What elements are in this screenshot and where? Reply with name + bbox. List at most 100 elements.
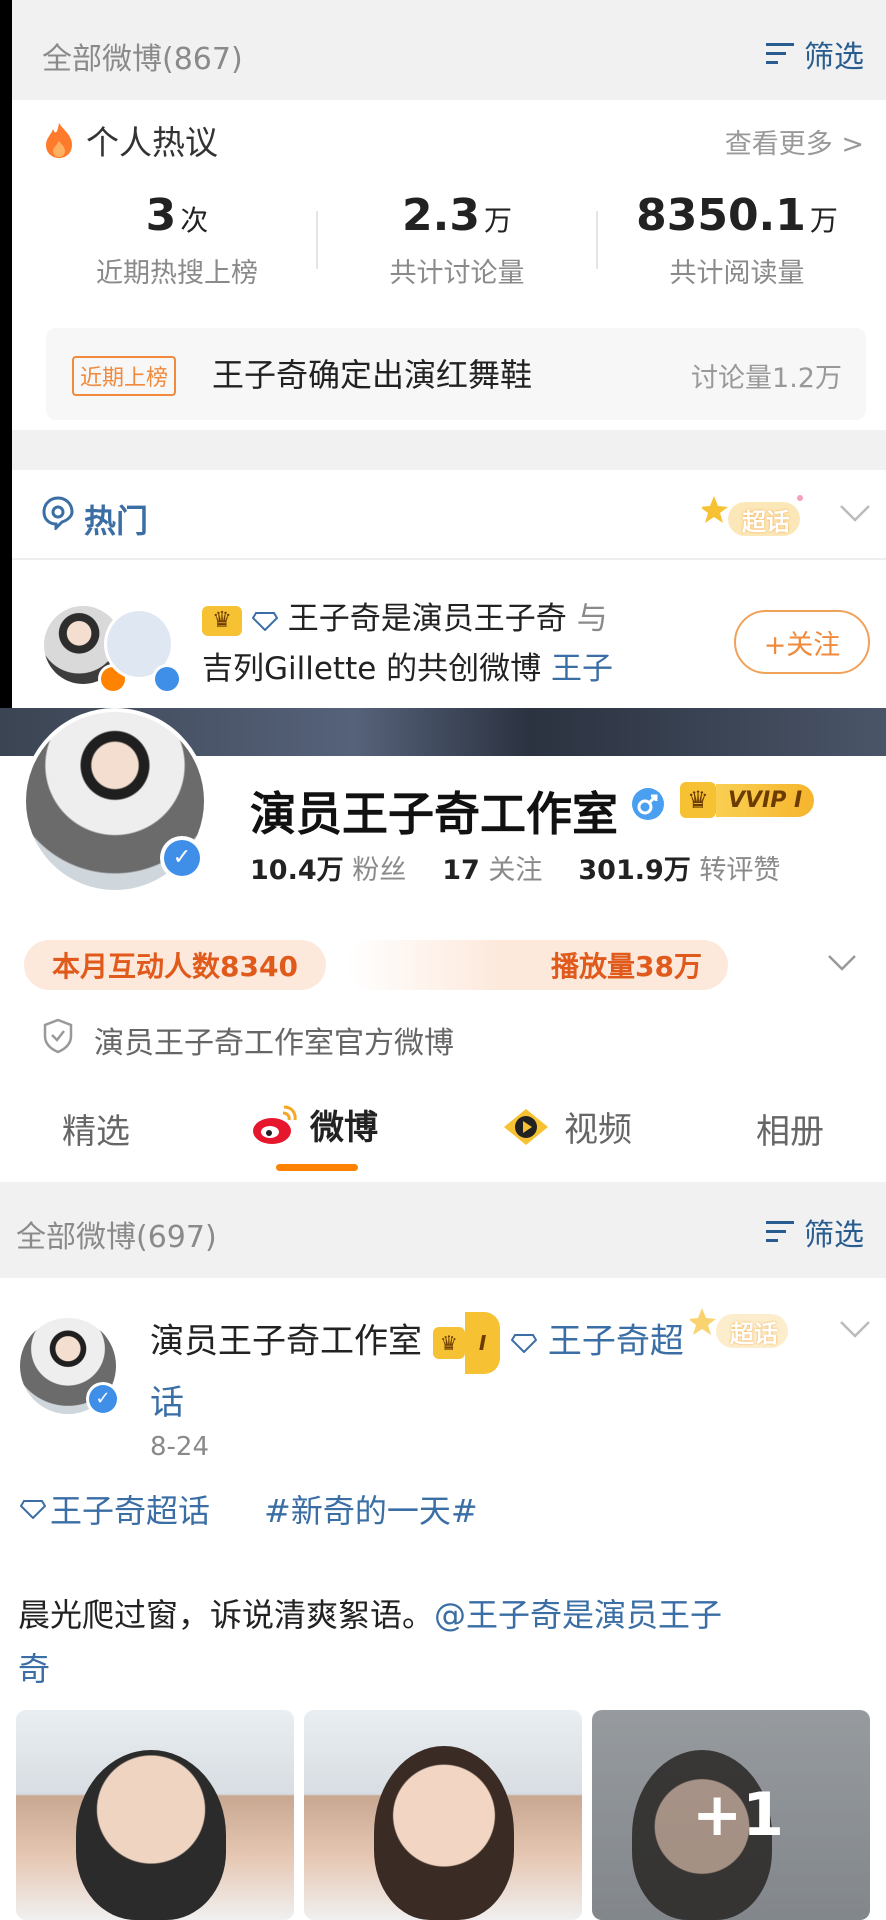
post-supertopic-link[interactable]: 王子奇超 (548, 1322, 684, 1362)
all-weibo-count: 全部微博(867) (42, 42, 243, 77)
hot-topic-icon (42, 496, 74, 530)
post-photo-3[interactable]: +1 (592, 1710, 870, 1920)
tab-weibo-label: 微博 (310, 1108, 378, 1148)
post-mention[interactable]: @王子奇是演员王子 (434, 1596, 722, 1634)
feed-filter-label: 筛选 (804, 1218, 864, 1253)
tab-weibo[interactable]: 微博 (250, 1100, 378, 1149)
post-supertopic-tag[interactable]: 王子奇超话 (20, 1486, 210, 1532)
chevron-down-icon[interactable] (838, 502, 872, 524)
divider (596, 211, 598, 269)
male-icon (632, 788, 664, 820)
recent-trend-tag: 近期上榜 (72, 356, 177, 396)
stat-reads: 8350.1 万 共计阅读量 (602, 190, 872, 290)
play-count-text: 播放量38万 (551, 950, 702, 983)
section-gap (12, 430, 886, 470)
verified-badge-blue (152, 664, 182, 694)
hot-section-header: 热门 超话 (12, 470, 886, 560)
stat-label: 近期热搜上榜 (96, 258, 258, 289)
crown-icon: ♛ (432, 1327, 465, 1359)
more-photos-count: +1 (692, 1780, 785, 1850)
fire-icon (46, 123, 72, 158)
hot-discussion-title: 个人热议 (44, 116, 218, 164)
filter-button[interactable]: 筛选 (766, 32, 864, 76)
post-crown-badge: ♛ I (432, 1312, 501, 1374)
stat-value: 10.4万 (250, 855, 344, 886)
video-icon (504, 1108, 548, 1145)
weibo-logo-icon (253, 1105, 297, 1144)
hot-stats: 3次 近期热搜上榜 2.3 万 共计讨论量 8350.1 万 共计阅读量 (42, 190, 872, 290)
post-text: 晨光爬过窗，诉说清爽絮语。 (18, 1596, 435, 1634)
vip-badge[interactable]: ♛ VVIP I (680, 782, 815, 818)
play-count-pill[interactable]: 播放量38万 (346, 940, 728, 990)
tab-album[interactable]: 相册 (756, 1104, 824, 1153)
post-supertopic-link-wrap[interactable]: 话 (150, 1383, 184, 1423)
stat-label: 共计讨论量 (389, 258, 525, 289)
vip-crown-icon: ♛ (680, 782, 716, 818)
filter-label: 筛选 (804, 40, 864, 75)
post-line2: 吉列Gillette 的共创微博 (202, 651, 542, 687)
supertopic-badge-label: 超话 (742, 508, 790, 536)
profile-stats: 10.4万 粉丝 17 关注 301.9万 转评赞 (250, 848, 780, 887)
stat-value: 2.3 (402, 190, 480, 241)
hot-discussion-card: 个人热议 查看更多 > 3次 近期热搜上榜 2.3 万 共计讨论量 8350.1 万… (12, 100, 886, 470)
post-verified-badge: ✓ (86, 1382, 120, 1416)
stat-label: 共计阅读量 (669, 258, 805, 289)
tab-video-label: 视频 (564, 1110, 632, 1150)
stat-unit: 次 (180, 204, 209, 237)
stat-label: 转评赞 (699, 855, 781, 886)
post-body: 晨光爬过窗，诉说清爽絮语。@王子奇是演员王子 奇 (18, 1588, 868, 1696)
post-author-name[interactable]: 演员王子奇工作室 (150, 1322, 422, 1362)
post-connector: 与 (576, 601, 608, 637)
co-creation-post-preview[interactable]: ♛ 王子奇是演员王子奇 与 吉列Gillette 的共创微博 王子 +关注 (12, 562, 886, 708)
post-hashtag[interactable]: #新奇的一天# (264, 1486, 478, 1532)
supertopic-badge[interactable]: 超话 (700, 490, 812, 542)
stat-value: 3 (145, 190, 177, 241)
stat-label: 关注 (488, 855, 543, 886)
post-supertopic-badge[interactable]: 超话 (688, 1302, 800, 1354)
stat-interactions[interactable]: 301.9万 转评赞 (578, 848, 780, 887)
active-tab-indicator (276, 1164, 358, 1171)
shield-icon (43, 1018, 73, 1054)
post-photo-1[interactable] (16, 1710, 294, 1920)
trend-row[interactable]: 近期上榜 王子奇确定出演红舞鞋 讨论量1.2万 (46, 328, 866, 420)
filter-icon (766, 1219, 796, 1245)
all-weibo-bar: 全部微博(867) 筛选 (12, 0, 886, 100)
post-photo-2[interactable] (304, 1710, 582, 1920)
stat-value: 301.9万 (578, 855, 691, 886)
crown-level: I (464, 1312, 501, 1374)
feed-post: ✓ 演员王子奇工作室 ♛ I 王子奇超 话 超话 8-24 王子奇超话 #新奇的… (0, 1278, 886, 1920)
post-link-fragment[interactable]: 王子 (551, 651, 613, 687)
stat-discussion: 2.3 万 共计讨论量 (322, 190, 592, 290)
hot-discussion-title-text: 个人热议 (86, 123, 218, 162)
stat-label: 粉丝 (352, 855, 407, 886)
monthly-interaction-pill[interactable]: 本月互动人数8340 (24, 940, 326, 990)
verified-description: 演员王子奇工作室官方微博 (94, 1026, 454, 1061)
post-mention-wrap[interactable]: 奇 (18, 1650, 50, 1688)
stat-unit: 万 (483, 204, 512, 237)
post-date: 8-24 (150, 1432, 210, 1462)
post-supertopic-badge-label: 超话 (730, 1320, 778, 1348)
post-supertopic-tag-label: 王子奇超话 (50, 1492, 211, 1530)
screen-edge (0, 0, 12, 708)
stat-fans[interactable]: 10.4万 粉丝 (250, 848, 406, 887)
stat-following[interactable]: 17 关注 (442, 848, 542, 887)
stat-value: 17 (442, 855, 480, 886)
stat-unit: 万 (809, 204, 838, 237)
profile-tabs: 精选 微博 视频 相册 (0, 1090, 886, 1180)
tab-video[interactable]: 视频 (500, 1102, 632, 1151)
feed-all-weibo-bar: 全部微博(697) 筛选 (0, 1182, 886, 1278)
stat-hot-search: 3次 近期热搜上榜 (42, 190, 312, 290)
trend-title: 王子奇确定出演红舞鞋 (212, 356, 533, 394)
profile-name: 演员王子奇工作室 (250, 787, 618, 841)
see-more-link[interactable]: 查看更多 > (725, 122, 864, 161)
post-author[interactable]: 王子奇是演员王子奇 (288, 601, 567, 637)
diamond-icon (511, 1334, 538, 1353)
expand-chevron-icon[interactable] (826, 952, 858, 974)
feed-filter-button[interactable]: 筛选 (766, 1210, 864, 1254)
diamond-icon (20, 1500, 46, 1519)
follow-button[interactable]: +关注 (734, 610, 870, 674)
tab-featured[interactable]: 精选 (62, 1104, 130, 1153)
hot-section-title: 热门 (84, 502, 149, 540)
post-chevron-down-icon[interactable] (838, 1318, 872, 1340)
trend-count: 讨论量1.2万 (691, 363, 842, 394)
